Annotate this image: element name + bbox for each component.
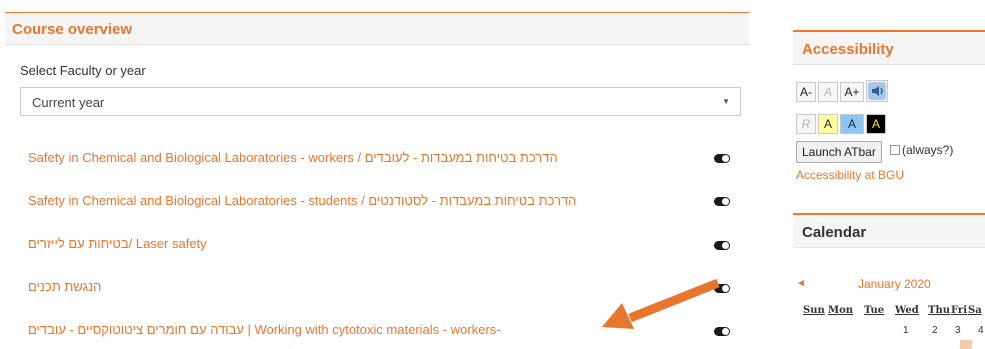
- weekday-wed: Wed: [895, 305, 919, 316]
- calendar-title: Calendar: [802, 224, 867, 241]
- toggle-knob: [722, 155, 729, 162]
- weekday-thu: Thu: [928, 305, 950, 316]
- course-toggle-icon[interactable]: [714, 241, 730, 250]
- toggle-knob: [722, 328, 729, 335]
- weekday-sat: Sa: [968, 305, 982, 316]
- always-label: (always?): [902, 143, 954, 157]
- launch-atbar-button[interactable]: Launch ATbar: [796, 141, 882, 163]
- calendar-today-highlight: [960, 340, 972, 349]
- caret-down-icon: ▼: [722, 97, 730, 106]
- weekday-fri: Fri: [951, 305, 967, 316]
- weekday-tue: Tue: [864, 305, 885, 316]
- yellow-theme-button[interactable]: A: [818, 114, 838, 134]
- course-link-safety-workers[interactable]: Safety in Chemical and Biological Labora…: [28, 150, 558, 165]
- weekday-sun: Sun: [803, 305, 825, 316]
- black-theme-button[interactable]: A: [866, 114, 886, 134]
- increase-text-button[interactable]: A+: [840, 82, 864, 102]
- faculty-year-select[interactable]: Current year ▼: [20, 87, 741, 116]
- course-overview-header: Course overview: [5, 13, 749, 45]
- filter-label: Select Faculty or year: [20, 63, 146, 78]
- course-link-safety-students[interactable]: Safety in Chemical and Biological Labora…: [28, 193, 576, 208]
- toggle-knob: [722, 285, 729, 292]
- course-overview-title: Course overview: [12, 21, 133, 38]
- reset-colors-button[interactable]: R: [796, 114, 816, 134]
- decrease-text-button[interactable]: A-: [796, 82, 816, 102]
- course-link-cytotoxic-materials[interactable]: עבודה עם חומרים ציטוטוקסיים - עובדים | W…: [28, 322, 501, 337]
- arrow-left-icon: [602, 278, 720, 329]
- filter-selected-value: Current year: [32, 95, 105, 110]
- screen-reader-button[interactable]: [866, 80, 888, 102]
- calendar-date[interactable]: 4: [978, 325, 984, 336]
- course-link-content-accessibility[interactable]: הנגשת תכנים: [28, 279, 101, 294]
- accessibility-title: Accessibility: [802, 41, 894, 58]
- course-toggle-icon[interactable]: [714, 154, 730, 163]
- blue-theme-button[interactable]: A: [840, 114, 864, 134]
- calendar-date[interactable]: 1: [903, 325, 909, 336]
- accessibility-at-bgu-link[interactable]: Accessibility at BGU: [796, 168, 904, 182]
- calendar-header: Calendar: [793, 215, 985, 248]
- always-checkbox[interactable]: [890, 145, 900, 155]
- course-toggle-icon[interactable]: [714, 197, 730, 206]
- course-link-laser-safety[interactable]: בטיחות עם לייזרים/ Laser safety: [28, 236, 207, 251]
- speaker-icon: [868, 82, 886, 100]
- accessibility-header: Accessibility: [793, 32, 985, 65]
- reset-text-button[interactable]: A: [818, 82, 838, 102]
- weekday-mon: Mon: [828, 305, 854, 316]
- previous-month-icon[interactable]: ◄: [796, 278, 806, 289]
- toggle-knob: [722, 242, 729, 249]
- calendar-month[interactable]: January 2020: [858, 277, 931, 291]
- calendar-date[interactable]: 3: [955, 325, 961, 336]
- calendar-date[interactable]: 2: [932, 325, 938, 336]
- toggle-knob: [722, 198, 729, 205]
